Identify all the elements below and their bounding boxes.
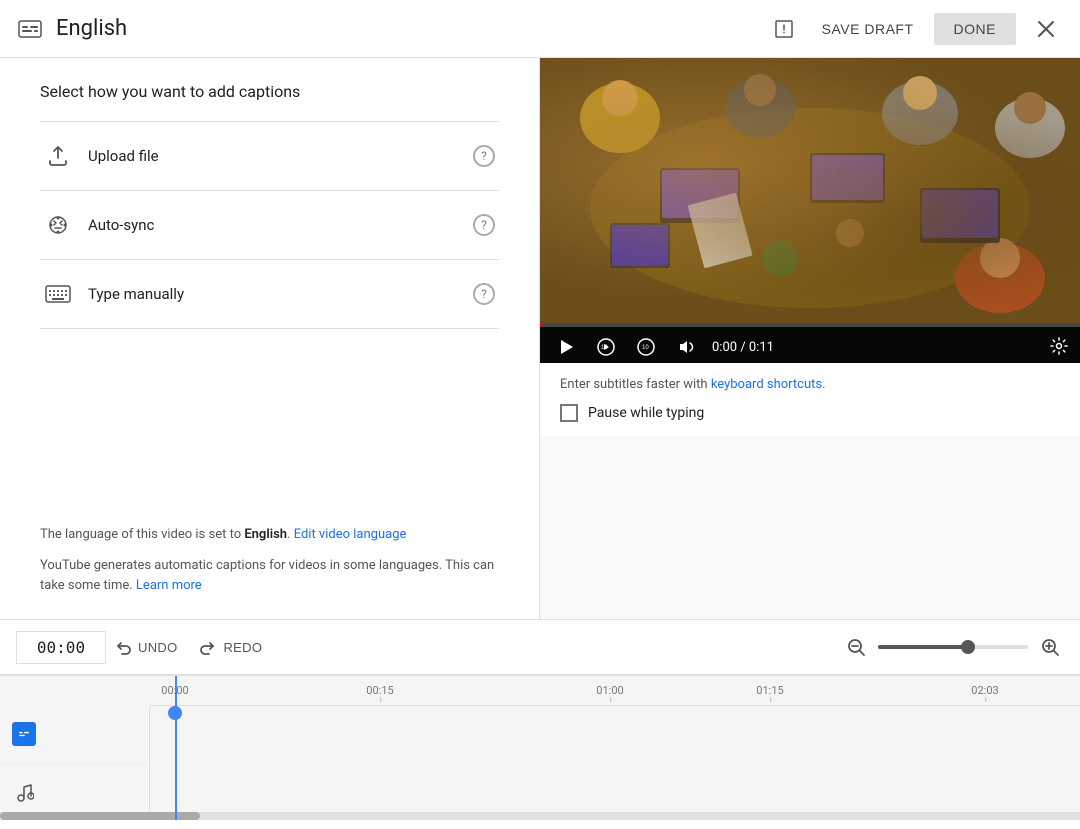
captions-icon [16,19,44,39]
page-title: English [56,16,127,41]
time-input[interactable] [16,631,106,664]
bottom-toolbar: UNDO REDO [0,619,1080,675]
scrollbar-thumb[interactable] [0,812,200,820]
right-panel: 10 10 0:00 / [540,58,1080,619]
keyboard-icon [44,280,72,308]
playhead-head [168,706,182,720]
header-right: SAVE DRAFT DONE [766,11,1064,47]
track-labels [0,706,150,820]
undo-redo-area: UNDO REDO [106,632,270,662]
learn-more-link[interactable]: Learn more [136,578,202,593]
type-manually-label: Type manually [88,285,184,303]
progress-fill [540,323,542,327]
video-preview: 10 10 0:00 / [540,58,1080,363]
undo-button[interactable]: UNDO [106,632,185,662]
upload-icon [44,142,72,170]
tick-0015: 00:15 [366,684,393,697]
left-panel: Select how you want to add captions Uplo… [0,58,540,619]
redo-button[interactable]: REDO [191,632,270,662]
caption-options: Upload file ? [40,121,499,329]
header-left: English [16,16,766,41]
autosync-icon [44,211,72,239]
subtitle-info: Enter subtitles faster with keyboard sho… [540,363,1080,436]
done-button[interactable]: DONE [934,13,1016,45]
zoom-in-button[interactable] [1036,633,1064,661]
timeline-ruler: 00:00 00:15 01:00 01:15 02:03 [150,676,1080,706]
tick-0100: 01:00 [596,684,623,697]
bottom-scrollbar[interactable] [0,812,1080,820]
pause-while-typing-option[interactable]: Pause while typing [560,404,1060,422]
pause-typing-label: Pause while typing [588,405,704,421]
caption-track-label [0,706,149,764]
auto-sync-option[interactable]: Auto-sync ? [40,191,499,260]
zoom-slider[interactable] [878,645,1028,649]
type-manually-option[interactable]: Type manually ? [40,260,499,329]
time-display: 0:00 / 0:11 [712,340,1038,355]
keyboard-shortcut-text: Enter subtitles faster with keyboard sho… [560,377,1060,392]
autosync-help-icon[interactable]: ? [473,214,495,236]
video-controls: 10 10 0:00 / [540,327,1080,363]
language-prefix: The language of this video is set to [40,527,244,542]
play-button[interactable] [552,333,580,361]
zoom-area [842,633,1064,661]
forward-button[interactable]: 10 [632,333,660,361]
auto-caption-note: YouTube generates automatic captions for… [40,556,499,595]
current-time: 0:00 [712,340,737,355]
language-name: English [244,527,287,542]
edit-video-language-link[interactable]: Edit video language [294,527,407,542]
playhead-ruler [175,676,177,706]
timeline-tracks [0,706,1080,820]
upload-help-icon[interactable]: ? [473,145,495,167]
close-button[interactable] [1028,11,1064,47]
video-thumbnail [540,58,1080,323]
language-info: The language of this video is set to Eng… [40,525,499,545]
section-title: Select how you want to add captions [40,82,499,101]
tick-0115: 01:15 [756,684,783,697]
upload-file-option[interactable]: Upload file ? [40,121,499,191]
progress-bar[interactable] [540,323,1080,327]
auto-sync-label: Auto-sync [88,216,154,234]
bottom-info: The language of this video is set to Eng… [40,501,499,596]
main-content: Select how you want to add captions Uplo… [0,58,1080,619]
volume-button[interactable] [672,333,700,361]
video-settings-button[interactable] [1050,337,1068,358]
upload-file-label: Upload file [88,147,159,165]
track-content [150,706,1080,820]
timeline-area: 00:00 00:15 01:00 01:15 02:03 [0,675,1080,820]
caption-track-icon [12,722,36,746]
music-track-icon [12,780,36,804]
keyboard-shortcuts-link[interactable]: keyboard shortcuts. [711,377,826,392]
video-duration: 0:11 [749,340,774,355]
svg-text:10: 10 [601,345,608,351]
rewind-button[interactable]: 10 [592,333,620,361]
manual-help-icon[interactable]: ? [473,283,495,305]
tick-0203: 02:03 [971,684,998,697]
warning-button[interactable] [766,11,802,47]
playhead-line [175,706,177,820]
pause-typing-checkbox[interactable] [560,404,578,422]
header: English SAVE DRAFT DONE [0,0,1080,58]
svg-text:10: 10 [642,345,649,351]
save-draft-button[interactable]: SAVE DRAFT [810,13,926,45]
zoom-out-button[interactable] [842,633,870,661]
